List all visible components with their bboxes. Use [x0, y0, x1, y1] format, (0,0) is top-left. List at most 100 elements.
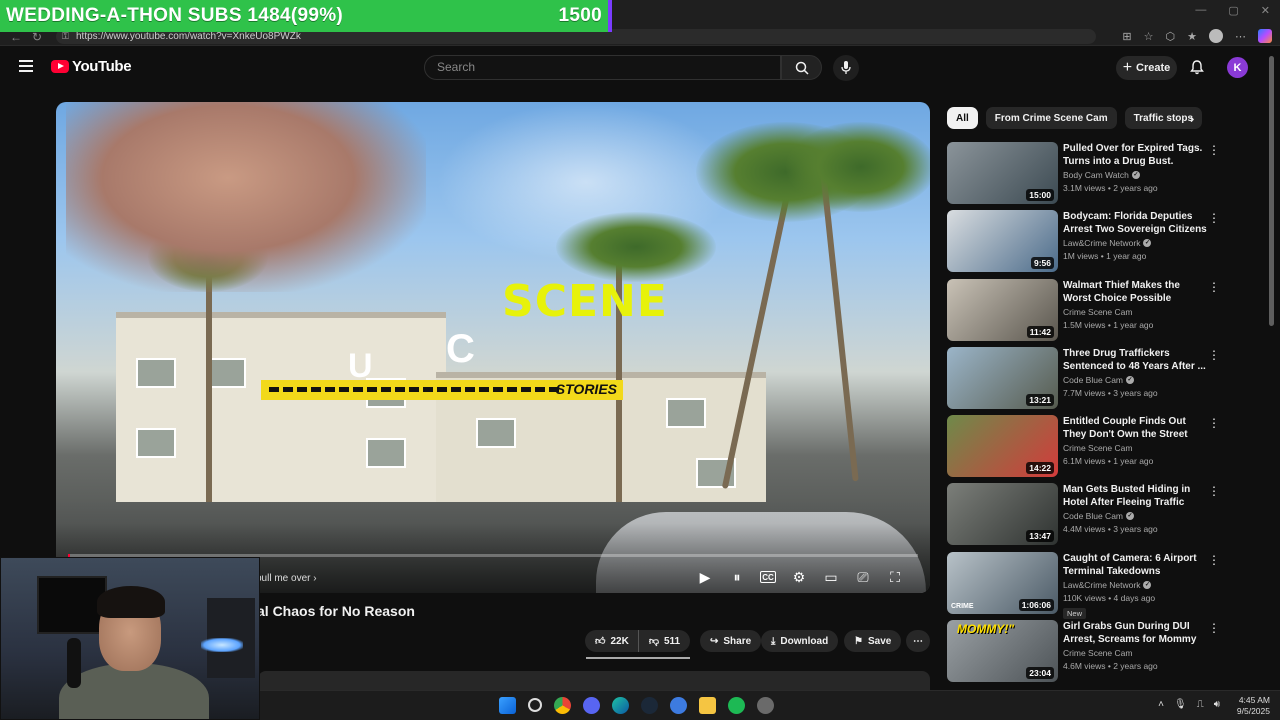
spotify-icon[interactable] — [728, 697, 745, 714]
video-thumbnail[interactable]: 13:47 — [947, 483, 1058, 546]
video-player[interactable]: SCENE U C STORIES pull me over › ▶ ⏸ CC … — [56, 102, 930, 593]
video-thumbnail[interactable]: 14:22 — [947, 415, 1058, 478]
recommendation-item[interactable]: 9:56 Bodycam: Florida Deputies Arrest Two… — [947, 210, 1223, 274]
channel-name[interactable]: Code Blue Cam ✓ — [1063, 511, 1209, 521]
create-button[interactable]: + Create — [1116, 56, 1177, 80]
search-input[interactable]: Search — [424, 55, 781, 80]
channel-name[interactable]: Law&Crime Network ✓ — [1063, 580, 1209, 590]
recommendation-item[interactable]: 13:47 Man Gets Busted Hiding in Hotel Aft… — [947, 483, 1223, 547]
dislike-count: 511 — [663, 635, 681, 647]
video-duration: 13:47 — [1026, 530, 1054, 543]
description-box[interactable] — [258, 671, 930, 691]
more-vert-icon[interactable]: ⋮ — [1208, 281, 1220, 293]
more-vert-icon[interactable]: ⋮ — [1208, 144, 1220, 156]
refresh-icon[interactable]: ↻ — [32, 30, 42, 44]
discord-icon[interactable] — [583, 697, 600, 714]
maximize-icon[interactable]: ▢ — [1228, 4, 1238, 17]
settings-app-icon[interactable] — [757, 697, 774, 714]
video-title-link[interactable]: Bodycam: Florida Deputies Arrest Two Sov… — [1063, 210, 1209, 236]
copilot-icon[interactable] — [1258, 29, 1272, 43]
more-vert-icon[interactable]: ⋮ — [1208, 622, 1220, 634]
taskbar-search-icon[interactable] — [528, 698, 542, 712]
video-title-link[interactable]: Entitled Couple Finds Out They Don't Own… — [1063, 415, 1209, 441]
more-vert-icon[interactable]: ⋮ — [1208, 417, 1220, 429]
channel-name[interactable]: Crime Scene Cam — [1063, 443, 1209, 453]
video-thumbnail[interactable]: 9:56 — [947, 210, 1058, 273]
channel-name-text: Crime Scene Cam — [1063, 443, 1133, 454]
settings-gear-icon[interactable]: ⚙ — [790, 568, 808, 586]
taskbar-clock[interactable]: 4:45 AM 9/5/2025 — [1237, 695, 1270, 717]
chip-0[interactable]: All — [947, 107, 978, 129]
channel-name[interactable]: Crime Scene Cam — [1063, 648, 1209, 658]
more-vert-icon[interactable]: ⋮ — [1208, 554, 1220, 566]
recommendation-item[interactable]: 15:00 Pulled Over for Expired Tags. Turns… — [947, 142, 1223, 206]
notifications-button[interactable] — [1190, 60, 1204, 80]
captions-icon[interactable]: CC — [760, 571, 776, 583]
video-title-link[interactable]: Walmart Thief Makes the Worst Choice Pos… — [1063, 279, 1209, 305]
video-title-link[interactable]: Man Gets Busted Hiding in Hotel After Fl… — [1063, 483, 1209, 509]
channel-name[interactable]: Code Blue Cam ✓ — [1063, 375, 1209, 385]
channel-name[interactable]: Crime Scene Cam — [1063, 307, 1209, 317]
dislike-button[interactable]: 👎︎ 511 — [638, 630, 691, 652]
steam-icon[interactable] — [641, 697, 658, 714]
edge-icon[interactable] — [612, 697, 629, 714]
youtube-logo[interactable]: YouTube — [51, 58, 132, 75]
video-thumbnail[interactable]: 15:00 — [947, 142, 1058, 204]
save-button[interactable]: ⚑ Save — [844, 630, 902, 652]
more-vert-icon[interactable]: ⋮ — [1208, 349, 1220, 361]
fullscreen-icon[interactable]: ⛶ — [886, 568, 904, 586]
video-thumbnail[interactable]: 13:21 — [947, 346, 1058, 409]
recommendation-item[interactable]: 13:21 Three Drug Traffickers Sentenced to… — [947, 346, 1223, 411]
video-title-link[interactable]: Girl Grabs Gun During DUI Arrest, Scream… — [1063, 620, 1209, 646]
scrollbar-thumb[interactable] — [1269, 56, 1274, 326]
channel-name[interactable]: Body Cam Watch ✓ — [1063, 170, 1209, 180]
video-title-link[interactable]: Three Drug Traffickers Sentenced to 48 Y… — [1063, 347, 1209, 373]
app-icon[interactable] — [670, 697, 687, 714]
video-title-link[interactable]: Caught of Camera: 6 Airport Terminal Tak… — [1063, 552, 1209, 578]
network-icon[interactable]: ⎍ — [1197, 699, 1204, 710]
share-button[interactable]: ↪ Share — [700, 630, 762, 652]
minimize-icon[interactable]: — — [1195, 4, 1206, 17]
tray-mic-icon[interactable]: 🎙︎ — [1174, 699, 1187, 710]
recommendation-item[interactable]: CRIME 1:06:06 Caught of Camera: 6 Airport … — [947, 551, 1223, 619]
favorite-star-icon[interactable]: ☆ — [1144, 30, 1154, 43]
recommendation-item[interactable]: MOMMY!" 23:04 Girl Grabs Gun During DUI Ar… — [947, 620, 1223, 684]
profile-icon[interactable] — [1209, 29, 1223, 43]
menu-icon[interactable] — [19, 60, 33, 72]
account-avatar[interactable]: K — [1227, 57, 1248, 78]
chevron-right-icon[interactable]: › — [1190, 111, 1194, 126]
back-icon[interactable]: ← — [10, 30, 22, 44]
volume-icon[interactable]: 🔊︎ — [1214, 699, 1220, 710]
page-scrollbar[interactable] — [1268, 48, 1276, 688]
more-vert-icon[interactable]: ⋮ — [1208, 485, 1220, 497]
video-thumbnail[interactable]: MOMMY!" 23:04 — [947, 620, 1058, 683]
menu-dots-icon[interactable]: ⋯ — [1235, 30, 1246, 43]
chrome-icon[interactable] — [554, 697, 571, 714]
like-button[interactable]: 👍︎ 22K — [585, 630, 639, 652]
autoplay-toggle-icon[interactable]: ⏸ — [728, 568, 746, 586]
recommendation-item[interactable]: 14:22 Entitled Couple Finds Out They Don'… — [947, 415, 1223, 479]
more-vert-icon[interactable]: ⋮ — [1208, 212, 1220, 224]
theater-mode-icon[interactable]: ▭ — [822, 568, 840, 586]
windows-start-icon[interactable] — [499, 697, 516, 714]
close-icon[interactable]: ✕ — [1261, 4, 1270, 17]
apps-icon[interactable]: ⊞ — [1122, 30, 1131, 43]
favorites-icon[interactable]: ★ — [1187, 30, 1197, 43]
video-thumbnail[interactable]: CRIME 1:06:06 — [947, 551, 1058, 614]
more-actions-button[interactable]: ⋯ — [906, 630, 930, 652]
cast-icon[interactable]: ⎚ — [854, 568, 872, 586]
voice-search-button[interactable] — [833, 55, 859, 81]
palm-fronds — [556, 212, 716, 282]
search-button[interactable] — [781, 55, 822, 80]
file-explorer-icon[interactable] — [699, 697, 716, 714]
chip-1[interactable]: From Crime Scene Cam — [985, 107, 1117, 129]
video-thumbnail[interactable]: 11:42 — [947, 278, 1058, 341]
share-icon: ↪ — [710, 635, 719, 647]
extensions-icon[interactable]: ⬡ — [1166, 30, 1176, 43]
tray-chevron-icon[interactable]: ˄ — [1158, 699, 1164, 710]
channel-name[interactable]: Law&Crime Network ✓ — [1063, 238, 1209, 248]
video-title-link[interactable]: Pulled Over for Expired Tags. Turns into… — [1063, 142, 1209, 168]
recommendation-item[interactable]: 11:42 Walmart Thief Makes the Worst Choic… — [947, 278, 1223, 343]
play-icon[interactable]: ▶ — [696, 568, 714, 586]
download-button[interactable]: ⤓ Download — [761, 630, 839, 652]
